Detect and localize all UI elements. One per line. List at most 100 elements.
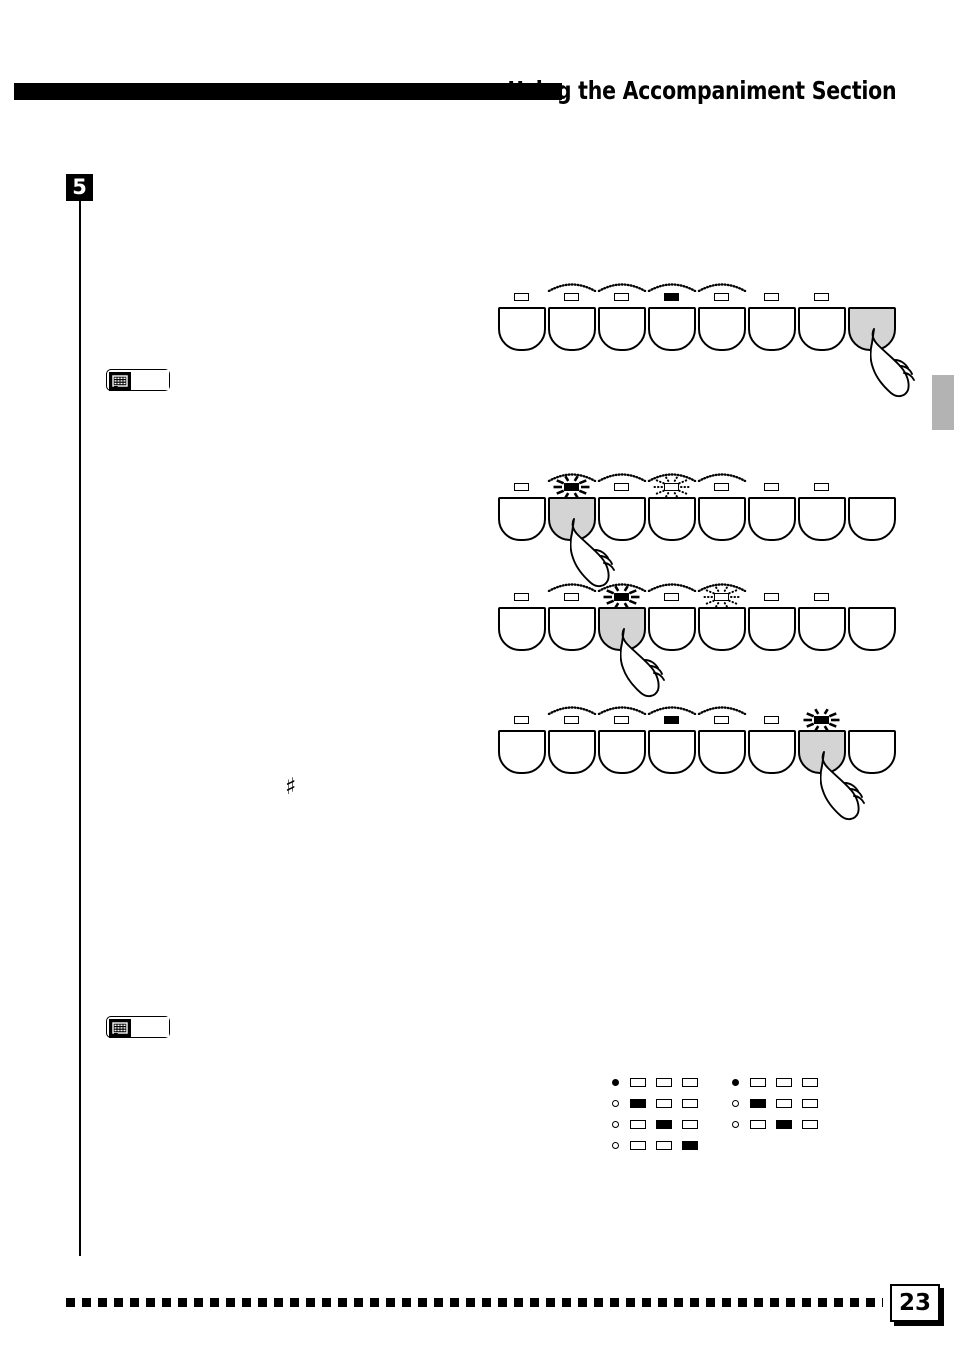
- panel-button-7[interactable]: [798, 708, 846, 774]
- led-indicator-unlit: [614, 293, 629, 301]
- panel-button-pressed[interactable]: [848, 307, 896, 351]
- panel-button-7[interactable]: [798, 483, 846, 541]
- note-badge: [106, 1016, 170, 1038]
- panel-button-key[interactable]: [648, 730, 696, 774]
- led-group-arc-icon: [547, 706, 597, 715]
- panel-button-key[interactable]: [598, 307, 646, 351]
- pattern-led-unlit: [802, 1078, 818, 1087]
- panel-button-1[interactable]: [498, 293, 546, 351]
- panel-button-key[interactable]: [648, 607, 696, 651]
- led-pattern-row: [612, 1072, 708, 1093]
- panel-button-key[interactable]: [748, 307, 796, 351]
- panel-button-5[interactable]: [697, 583, 747, 651]
- panel-button-key[interactable]: [698, 607, 746, 651]
- panel-button-key[interactable]: [698, 730, 746, 774]
- led-indicator-unlit: [714, 293, 729, 301]
- panel-button-key[interactable]: [548, 730, 596, 774]
- step-vertical-rule: [79, 201, 81, 1256]
- panel-button-8[interactable]: [848, 497, 896, 541]
- panel-button-key[interactable]: [648, 307, 696, 351]
- led-group-arc-icon: [597, 706, 647, 715]
- led-indicator-unlit: [764, 716, 779, 724]
- panel-button-1[interactable]: [498, 483, 546, 541]
- led-pattern-row: [612, 1135, 708, 1156]
- panel-button-5[interactable]: [697, 706, 747, 774]
- panel-button-2[interactable]: [547, 583, 597, 651]
- panel-button-key[interactable]: [598, 497, 646, 541]
- panel-button-1[interactable]: [498, 593, 546, 651]
- panel-button-8[interactable]: [848, 607, 896, 651]
- panel-button-6[interactable]: [748, 716, 796, 774]
- beat-dot-filled: [612, 1079, 619, 1086]
- pattern-led-lit: [656, 1120, 672, 1129]
- panel-button-key[interactable]: [848, 497, 896, 541]
- panel-button-key[interactable]: [648, 497, 696, 541]
- panel-button-key[interactable]: [748, 497, 796, 541]
- led-indicator-unlit: [764, 483, 779, 491]
- panel-button-key[interactable]: [848, 607, 896, 651]
- panel-button-key[interactable]: [498, 497, 546, 541]
- panel-button-pressed[interactable]: [548, 497, 596, 541]
- panel-button-6[interactable]: [748, 483, 796, 541]
- panel-button-key[interactable]: [748, 730, 796, 774]
- beat-dot-hollow: [732, 1100, 739, 1107]
- panel-button-pressed[interactable]: [598, 607, 646, 651]
- panel-button-2[interactable]: [547, 283, 597, 351]
- panel-button-6[interactable]: [748, 593, 796, 651]
- led-pattern-diagram: [612, 1072, 832, 1152]
- beat-dot-hollow: [612, 1121, 619, 1128]
- section-tab-marker: [932, 375, 954, 430]
- panel-button-key[interactable]: [798, 307, 846, 351]
- panel-button-2[interactable]: [547, 706, 597, 774]
- beat-dot-filled: [732, 1079, 739, 1086]
- led-pattern-row: [732, 1114, 828, 1135]
- led-indicator-unlit: [614, 716, 629, 724]
- panel-button-key[interactable]: [498, 607, 546, 651]
- led-indicator-lit: [664, 293, 679, 301]
- panel-button-key[interactable]: [498, 730, 546, 774]
- led-indicator-unlit: [764, 593, 779, 601]
- panel-button-key[interactable]: [848, 730, 896, 774]
- panel-button-7[interactable]: [798, 293, 846, 351]
- led-group-arc-icon: [597, 473, 647, 482]
- panel-button-4[interactable]: [647, 583, 697, 651]
- panel-button-key[interactable]: [548, 307, 596, 351]
- panel-button-5[interactable]: [697, 283, 747, 351]
- panel-button-4[interactable]: [647, 473, 697, 541]
- panel-button-key[interactable]: [698, 307, 746, 351]
- led-indicator-unlit: [714, 716, 729, 724]
- led-group-arc-icon: [597, 283, 647, 292]
- panel-button-3[interactable]: [597, 706, 647, 774]
- panel-button-4[interactable]: [647, 706, 697, 774]
- panel-button-key[interactable]: [798, 607, 846, 651]
- step-number-badge: 5: [66, 174, 93, 201]
- panel-button-key[interactable]: [548, 607, 596, 651]
- panel-button-8[interactable]: [848, 307, 896, 351]
- pattern-led-unlit: [750, 1120, 766, 1129]
- panel-button-4[interactable]: [647, 283, 697, 351]
- panel-button-8[interactable]: [848, 730, 896, 774]
- led-pattern-row: [732, 1072, 828, 1093]
- panel-button-2[interactable]: [547, 473, 597, 541]
- panel-button-key[interactable]: [598, 730, 646, 774]
- panel-button-7[interactable]: [798, 593, 846, 651]
- panel-button-1[interactable]: [498, 716, 546, 774]
- pattern-led-unlit: [630, 1120, 646, 1129]
- panel-button-3[interactable]: [597, 473, 647, 541]
- panel-button-row-row-2: [498, 473, 898, 588]
- pattern-led-unlit: [750, 1078, 766, 1087]
- led-group-arc-icon: [697, 473, 747, 482]
- panel-button-5[interactable]: [697, 473, 747, 541]
- panel-button-key[interactable]: [698, 497, 746, 541]
- panel-button-key[interactable]: [798, 497, 846, 541]
- header-rule: [14, 83, 562, 100]
- panel-button-3[interactable]: [597, 283, 647, 351]
- led-indicator-unlit: [664, 593, 679, 601]
- panel-button-3[interactable]: [597, 583, 647, 651]
- panel-button-key[interactable]: [498, 307, 546, 351]
- panel-button-key[interactable]: [748, 607, 796, 651]
- pattern-led-lit: [682, 1141, 698, 1150]
- led-group-arc-icon: [647, 706, 697, 715]
- panel-button-6[interactable]: [748, 293, 796, 351]
- panel-button-pressed[interactable]: [798, 730, 846, 774]
